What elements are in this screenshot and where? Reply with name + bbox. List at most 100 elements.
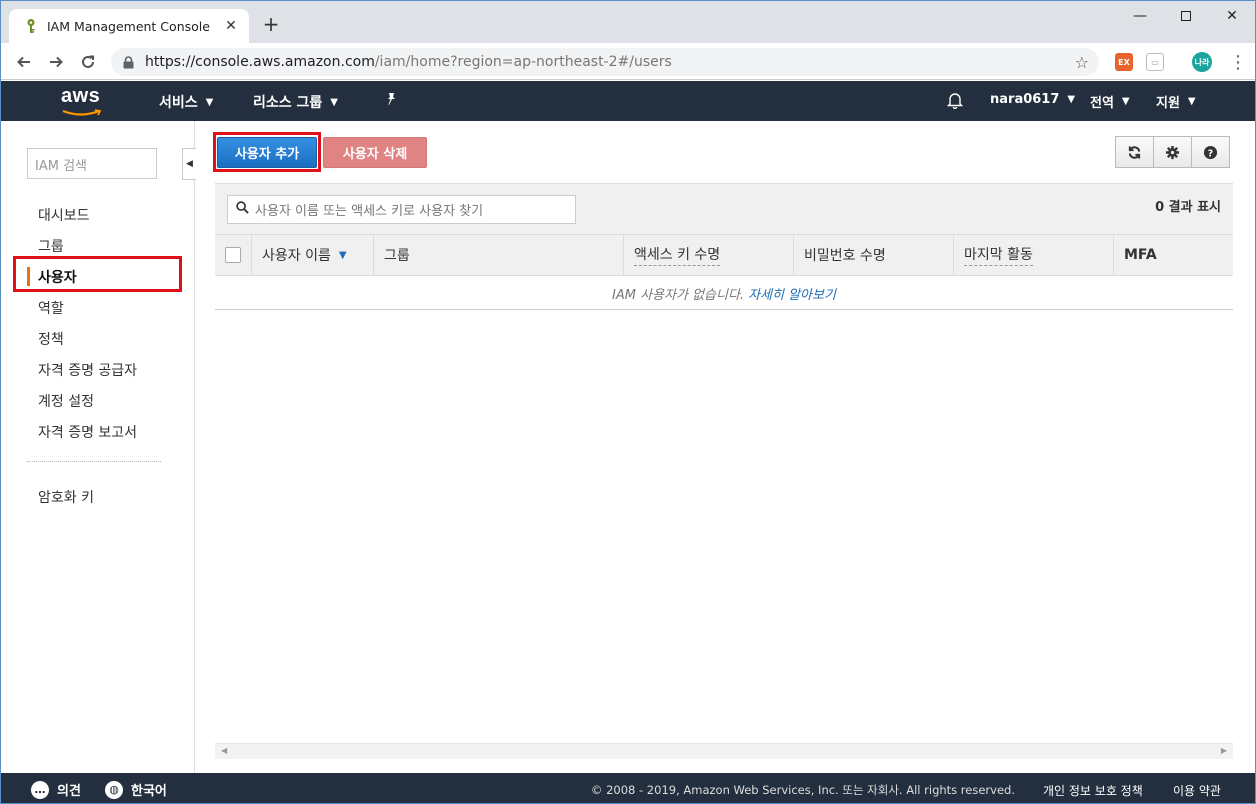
column-password-age-label: 비밀번호 수명 [804,248,886,264]
chevron-down-icon: ▼ [1067,94,1076,105]
close-tab-icon[interactable]: ✕ [223,18,239,34]
chevron-down-icon: ▼ [205,96,214,108]
learn-more-link[interactable]: 자세히 알아보기 [748,284,836,303]
minimize-icon[interactable]: — [1117,1,1163,31]
bell-icon[interactable] [947,92,963,109]
resource-groups-menu[interactable]: 리소스 그룹 ▼ [253,92,338,112]
aws-smile-icon [62,109,102,116]
url-host: https://console.aws.amazon.com [145,54,375,70]
sidebar-item-5[interactable]: 자격 증명 공급자 [1,354,195,385]
feedback-label: 의견 [57,784,81,799]
forward-icon[interactable] [45,51,67,73]
services-menu[interactable]: 서비스 ▼ [159,92,213,112]
refresh-icon[interactable] [1115,136,1154,168]
aws-logo-text: aws [61,85,101,107]
browser-window: IAM Management Console ✕ + — ✕ https://c… [0,0,1256,804]
sidebar-extra-item-0[interactable]: 암호화 키 [1,481,195,512]
column-mfa[interactable]: MFA [1113,235,1233,275]
url-text: https://console.aws.amazon.com/iam/home?… [145,54,1075,70]
user-search-placeholder: 사용자 이름 또는 액세스 키로 사용자 찾기 [255,204,484,219]
sidebar-item-0[interactable]: 대시보드 [1,199,195,230]
column-access-key-age[interactable]: 액세스 키 수명 [623,235,793,275]
back-icon[interactable] [13,51,35,73]
new-tab-icon[interactable]: + [261,14,281,34]
profile-avatar[interactable]: 나라 [1192,52,1212,72]
lock-icon [123,55,137,69]
column-groups-label: 그룹 [384,248,410,264]
gear-icon[interactable] [1153,136,1192,168]
sidebar-item-7[interactable]: 자격 증명 보고서 [1,416,195,447]
column-access-key-age-label: 액세스 키 수명 [634,244,721,266]
key-icon [23,18,39,34]
column-username[interactable]: 사용자 이름 ▼ [251,235,373,275]
browser-tab[interactable]: IAM Management Console ✕ [9,9,249,43]
column-groups[interactable]: 그룹 [373,235,623,275]
feedback-link[interactable]: … 의견 [31,780,81,799]
empty-table-message: IAM 사용자가 없습니다. 자세히 알아보기 [215,277,1233,310]
sort-down-icon: ▼ [338,249,347,261]
support-label: 지원 [1156,96,1180,111]
sidebar-item-6[interactable]: 계정 설정 [1,385,195,416]
column-username-label: 사용자 이름 [262,248,331,264]
sidebar-item-3[interactable]: 역할 [1,292,195,323]
table-tools: ? [1115,136,1230,168]
select-all-checkbox[interactable] [225,247,241,263]
select-all-cell [215,235,251,275]
horizontal-scrollbar[interactable]: ◀ ▶ [215,743,1233,759]
privacy-policy-link[interactable]: 개인 정보 보호 정책 [1043,782,1143,799]
sidebar-menu-secondary: 암호화 키 [1,481,195,512]
browser-toolbar: https://console.aws.amazon.com/iam/home?… [1,43,1255,80]
console-footer: … 의견 ◍ 한국어 © 2008 - 2019, Amazon Web Servi… [1,773,1255,803]
region-menu[interactable]: 전역 ▼ [1090,92,1130,111]
aws-logo[interactable]: aws [61,86,105,116]
scroll-left-icon[interactable]: ◀ [221,746,227,755]
table-toolbar: 사용자 이름 또는 액세스 키로 사용자 찾기 0 결과 표시 [215,183,1233,234]
maximize-icon[interactable] [1163,1,1209,31]
pin-icon[interactable] [384,92,398,106]
region-label: 전역 [1090,96,1114,111]
url-path: /iam/home?region=ap-northeast-2#/users [374,54,672,70]
globe-icon: ◍ [105,780,123,799]
terms-link[interactable]: 이용 약관 [1173,782,1221,799]
window-controls: — ✕ [1117,1,1255,31]
speech-bubble-icon: … [31,780,49,799]
extension-ex-icon[interactable]: EX [1115,53,1133,71]
chevron-down-icon: ▼ [1121,96,1130,107]
table-header: 사용자 이름 ▼ 그룹 액세스 키 수명 비밀번호 수명 마지막 활동 MFA [215,234,1233,276]
search-icon [236,201,249,218]
chevron-down-icon: ▼ [330,96,338,108]
iam-search-input[interactable]: IAM 검색 [27,148,157,179]
users-table-panel: 사용자 이름 또는 액세스 키로 사용자 찾기 0 결과 표시 사용자 이름 ▼ … [215,183,1233,310]
column-password-age[interactable]: 비밀번호 수명 [793,235,953,275]
language-label: 한국어 [131,784,167,799]
highlight-box-users [13,256,182,292]
tab-strip: IAM Management Console ✕ + — ✕ [1,1,1255,43]
language-selector[interactable]: ◍ 한국어 [105,780,167,799]
reload-icon[interactable] [77,51,99,73]
scroll-right-icon[interactable]: ▶ [1221,746,1227,755]
help-icon[interactable]: ? [1191,136,1230,168]
close-window-icon[interactable]: ✕ [1209,1,1255,31]
sidebar-item-4[interactable]: 정책 [1,323,195,354]
sidebar-divider [27,461,161,462]
resource-groups-label: 리소스 그룹 [253,95,323,111]
empty-text: IAM 사용자가 없습니다. [612,287,745,303]
column-last-activity-label: 마지막 활동 [964,244,1033,266]
support-menu[interactable]: 지원 ▼ [1156,92,1196,111]
extension-card-icon[interactable]: ▭ [1146,53,1164,71]
bookmark-star-icon[interactable]: ☆ [1075,53,1089,72]
address-bar[interactable]: https://console.aws.amazon.com/iam/home?… [111,48,1099,76]
browser-menu-icon[interactable]: ⋮ [1227,51,1249,73]
account-menu[interactable]: nara0617 ▼ [990,92,1075,107]
result-count: 0 결과 표시 [1155,200,1221,215]
chevron-down-icon: ▼ [1187,96,1196,107]
delete-user-button[interactable]: 사용자 삭제 [323,137,427,168]
copyright-text: © 2008 - 2019, Amazon Web Services, Inc.… [590,783,1015,797]
tab-title: IAM Management Console [47,18,210,34]
sidebar-menu: 대시보드 그룹 사용자 역할 정책 자격 증명 공급자 계정 설정 자격 증명 보고서 [1,199,195,447]
column-last-activity[interactable]: 마지막 활동 [953,235,1113,275]
collapse-sidebar-icon[interactable]: ◀ [182,148,196,180]
column-mfa-label: MFA [1124,247,1157,263]
highlight-box-add-user [213,132,321,172]
user-search-input[interactable]: 사용자 이름 또는 액세스 키로 사용자 찾기 [227,195,576,224]
